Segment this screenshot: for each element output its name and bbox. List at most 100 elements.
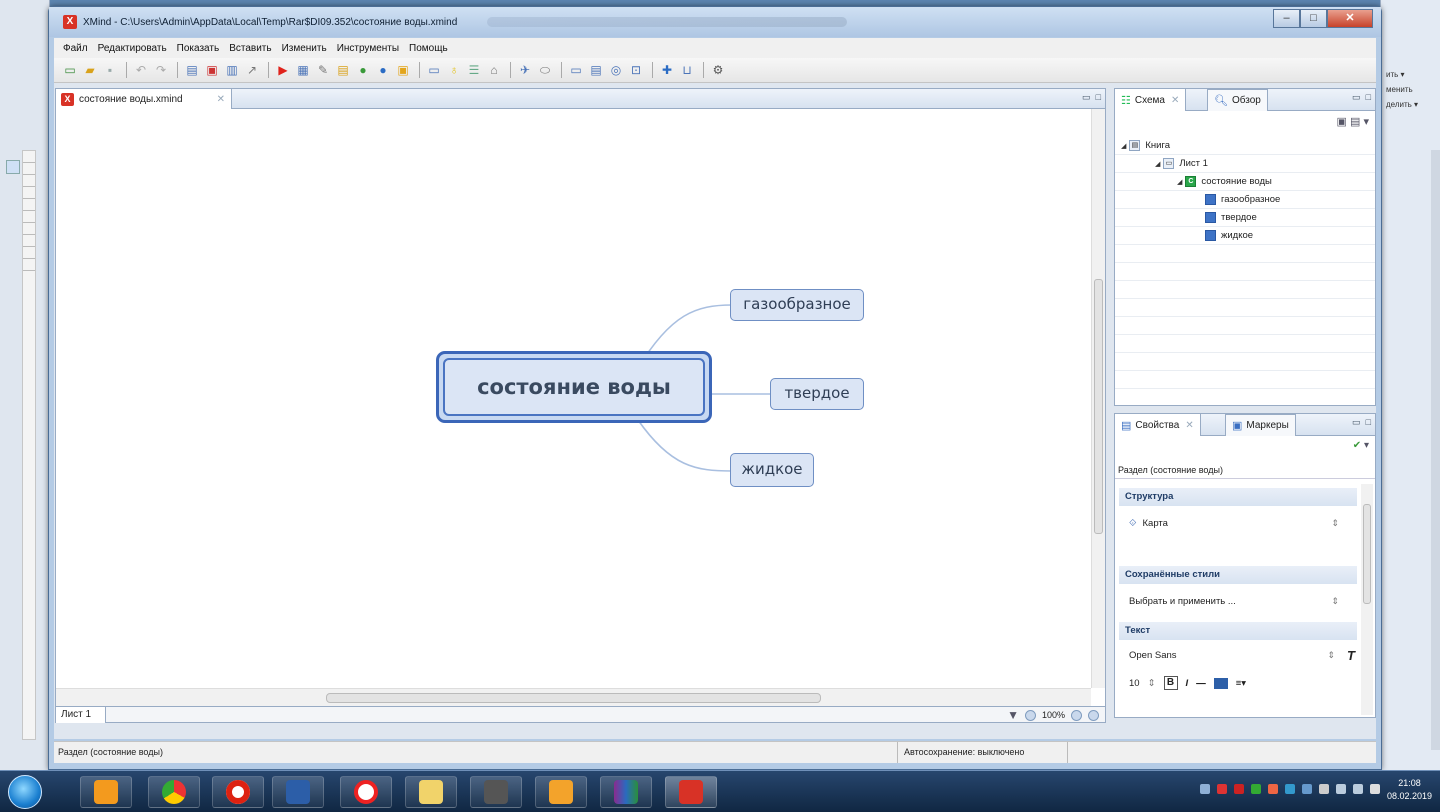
spinner-icon[interactable]: ⇕ — [1331, 518, 1339, 529]
tab-outline[interactable]: ☷ Схема ✕ — [1115, 89, 1187, 111]
task-icon[interactable]: ☰ — [468, 64, 480, 76]
taskbar-app-xmind[interactable] — [665, 776, 717, 808]
close-button[interactable]: ✕ — [1327, 9, 1373, 28]
tray-app-icon[interactable] — [1268, 784, 1278, 794]
taskbar-app-chrome[interactable] — [148, 776, 200, 808]
drill-icon[interactable]: ▦ — [297, 64, 309, 76]
expand-arrow-icon[interactable]: ◢ — [1121, 142, 1126, 150]
tray-network-icon[interactable] — [1200, 784, 1210, 794]
menu-modify[interactable]: Изменить — [277, 43, 332, 54]
layout-icon[interactable]: ⬭ — [539, 64, 551, 76]
comment-icon[interactable]: ♁ — [448, 64, 460, 76]
tray-volume-icon[interactable] — [1370, 784, 1380, 794]
tab-close-icon[interactable]: ✕ — [217, 94, 225, 105]
subtopic-liquid[interactable]: жидкое — [730, 453, 814, 487]
menu-edit[interactable]: Редактировать — [93, 43, 172, 54]
subtopic-icon[interactable]: ▣ — [206, 64, 218, 76]
expand-arrow-icon[interactable]: ◢ — [1155, 160, 1160, 168]
redo-icon[interactable]: ↷ — [155, 64, 167, 76]
taskbar-app-explorer[interactable] — [405, 776, 457, 808]
search-icon[interactable]: ▤ — [590, 64, 602, 76]
tab-properties[interactable]: ▤ Свойства ✕ — [1115, 414, 1201, 436]
text-color-swatch[interactable] — [1213, 677, 1228, 689]
maximize-button[interactable]: □ — [1300, 9, 1327, 28]
menu-view[interactable]: Показать — [172, 43, 225, 54]
taskbar-app-word[interactable] — [272, 776, 324, 808]
menu-insert[interactable]: Вставить — [224, 43, 276, 54]
editor-maximize-icon[interactable]: □ — [1096, 92, 1101, 103]
tray-flag-icon[interactable] — [1319, 784, 1329, 794]
sheet-tab[interactable]: Лист 1 — [56, 707, 106, 723]
zoom-in-icon[interactable] — [1071, 709, 1082, 721]
tray-app-icon[interactable] — [1234, 784, 1244, 794]
taskbar-app-winrar[interactable] — [600, 776, 652, 808]
editor-file-tab[interactable]: X состояние воды.xmind ✕ — [56, 89, 232, 109]
styles-select[interactable]: Выбрать и применить ... ⇕ — [1119, 584, 1357, 618]
taskbar-app-mediaplayer[interactable] — [80, 776, 132, 808]
font-style-icon[interactable]: T — [1347, 648, 1355, 663]
label-icon[interactable]: ● — [357, 64, 369, 76]
marker-icon[interactable]: ● — [377, 64, 389, 76]
taskbar-app-game[interactable] — [535, 776, 587, 808]
open-icon[interactable]: ▰ — [84, 64, 96, 76]
tray-app-icon[interactable] — [1251, 784, 1261, 794]
tray-signal-icon[interactable] — [1353, 784, 1363, 794]
detached-icon[interactable]: ▥ — [226, 64, 238, 76]
spinner-icon[interactable]: ⇕ — [1327, 650, 1335, 661]
topic-icon[interactable]: ▤ — [186, 64, 198, 76]
zoom-fit-icon[interactable] — [1088, 709, 1099, 721]
scrollbar-thumb[interactable] — [326, 693, 821, 703]
outline-view-icon[interactable]: ▣ — [1337, 116, 1347, 128]
panel-minimize-icon[interactable]: ▭ — [1352, 417, 1361, 428]
settings-icon[interactable]: ⚙ — [712, 64, 724, 76]
section-structure[interactable]: Структура — [1119, 488, 1357, 506]
save-icon[interactable]: ▪ — [104, 64, 116, 76]
theme-icon[interactable]: ▭ — [570, 64, 582, 76]
section-text[interactable]: Текст — [1119, 622, 1357, 640]
clock[interactable]: 21:08 08.02.2019 — [1387, 777, 1432, 803]
tray-antivirus-icon[interactable] — [1217, 784, 1227, 794]
outline-mode-icon[interactable]: ▤ — [1350, 116, 1360, 128]
subtopic-solid[interactable]: твердое — [770, 378, 864, 410]
editor-vertical-scrollbar[interactable] — [1091, 109, 1105, 688]
section-saved-styles[interactable]: Сохранённые стили — [1119, 566, 1357, 584]
mindmap-canvas[interactable]: состояние воды газообразное твердое жидк… — [56, 109, 1091, 688]
editor-horizontal-scrollbar[interactable] — [56, 688, 1091, 706]
apply-icon[interactable]: ✔ — [1353, 440, 1361, 451]
taskbar-app-terminal[interactable] — [470, 776, 522, 808]
minimize-button[interactable]: – — [1273, 9, 1300, 28]
filter-icon[interactable]: ▼ — [1007, 708, 1019, 722]
note-icon[interactable]: ▤ — [337, 64, 349, 76]
taskbar-app-yandex[interactable] — [340, 776, 392, 808]
panel-maximize-icon[interactable]: □ — [1366, 92, 1371, 103]
tree-node-sheet[interactable]: ◢ ▭ Лист 1 — [1155, 155, 1208, 172]
taskbar-app-opera[interactable] — [212, 776, 264, 808]
image-icon[interactable]: ▣ — [397, 64, 409, 76]
expand-arrow-icon[interactable]: ◢ — [1177, 178, 1182, 186]
italic-icon[interactable]: I — [1186, 678, 1189, 689]
tree-node-workbook[interactable]: ◢ ▤ Книга — [1121, 137, 1170, 154]
tab-close-icon[interactable]: ✕ — [1171, 95, 1179, 106]
align-icon[interactable]: ≡▾ — [1236, 678, 1246, 689]
spinner-icon[interactable]: ⇕ — [1331, 596, 1339, 607]
subtopic-gaseous[interactable]: газообразное — [730, 289, 864, 321]
menu-file[interactable]: Файл — [58, 43, 93, 54]
properties-scrollbar[interactable] — [1361, 484, 1373, 715]
relationship-icon[interactable]: ↗ — [246, 64, 258, 76]
upload-icon[interactable]: ✚ — [661, 64, 673, 76]
font-size-value[interactable]: 10 — [1129, 678, 1140, 689]
share-icon[interactable]: ✈ — [519, 64, 531, 76]
menu-help[interactable]: Помощь — [404, 43, 453, 54]
panel-minimize-icon[interactable]: ▭ — [1352, 92, 1361, 103]
menu-tools[interactable]: Инструменты — [332, 43, 404, 54]
strikethrough-icon[interactable]: — — [1196, 678, 1206, 689]
start-button[interactable] — [8, 775, 42, 809]
title-bar[interactable]: X XMind - C:\Users\Admin\AppData\Local\T… — [49, 7, 1381, 37]
new-icon[interactable]: ▭ — [64, 64, 76, 76]
central-topic[interactable]: состояние воды — [436, 351, 712, 423]
attach-icon[interactable]: ✎ — [317, 64, 329, 76]
zoom-out-icon[interactable] — [1024, 709, 1036, 721]
tree-node-liquid[interactable]: жидкое — [1205, 227, 1253, 244]
scrollbar-thumb[interactable] — [1094, 279, 1103, 534]
tab-close-icon[interactable]: ✕ — [1185, 420, 1193, 431]
